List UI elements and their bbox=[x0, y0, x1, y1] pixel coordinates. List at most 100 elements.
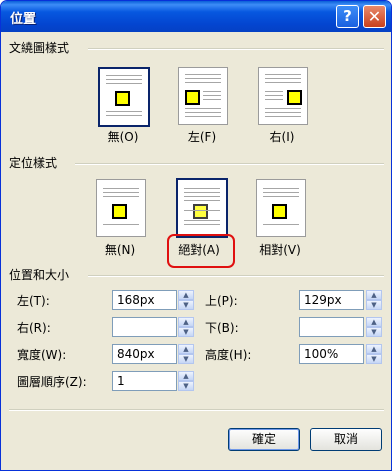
text-line-icon bbox=[185, 116, 221, 117]
text-line-icon bbox=[185, 74, 221, 75]
wrap-left-label: 左(F) bbox=[187, 130, 217, 144]
text-line-icon bbox=[263, 224, 299, 225]
text-line-icon bbox=[106, 75, 142, 76]
position-style-divider bbox=[75, 163, 384, 165]
position-relative-option[interactable] bbox=[256, 179, 306, 237]
width-input[interactable]: 840px bbox=[112, 344, 177, 364]
text-line-icon bbox=[265, 99, 283, 100]
spin-up-icon[interactable]: ▲ bbox=[366, 290, 382, 300]
position-none-label: 無(N) bbox=[104, 243, 136, 257]
ok-button[interactable]: 確定 bbox=[228, 428, 300, 451]
spin-down-icon[interactable]: ▼ bbox=[366, 354, 382, 364]
wrap-left-option[interactable] bbox=[178, 67, 228, 125]
zorder-label: 圖層順序(Z): bbox=[17, 375, 87, 389]
width-spinner[interactable]: ▲ ▼ bbox=[178, 344, 194, 364]
text-line-icon bbox=[265, 74, 301, 75]
spin-up-icon[interactable]: ▲ bbox=[178, 317, 194, 327]
position-relative-label: 相對(V) bbox=[259, 243, 301, 257]
left-label: 左(T): bbox=[17, 294, 50, 308]
spin-up-icon[interactable]: ▲ bbox=[178, 371, 194, 381]
top-input[interactable]: 129px bbox=[299, 290, 364, 310]
text-line-icon bbox=[106, 111, 142, 112]
bottom-label: 下(B): bbox=[205, 321, 239, 335]
text-line-icon bbox=[263, 192, 299, 193]
left-input[interactable]: 168px bbox=[112, 290, 177, 310]
spin-down-icon[interactable]: ▼ bbox=[178, 354, 194, 364]
position-none-option[interactable] bbox=[96, 179, 146, 237]
height-spinner[interactable]: ▲ ▼ bbox=[366, 344, 382, 364]
right-input[interactable] bbox=[112, 317, 177, 337]
ok-button-label: 確定 bbox=[251, 432, 276, 446]
text-line-icon bbox=[184, 220, 220, 221]
wrap-right-label: 右(I) bbox=[269, 130, 295, 144]
position-dialog: 位置 ? ✕ 文繞圖樣式 無(O) 左(F) 右(I) 定位樣式 無(N) 絕對… bbox=[0, 0, 392, 471]
footer-divider bbox=[9, 409, 384, 411]
text-line-icon bbox=[184, 210, 220, 211]
wrap-style-label: 文繞圖樣式 bbox=[9, 41, 70, 55]
text-line-icon bbox=[265, 108, 301, 109]
text-line-icon bbox=[106, 79, 142, 80]
spin-up-icon[interactable]: ▲ bbox=[366, 317, 382, 327]
right-spinner[interactable]: ▲ ▼ bbox=[178, 317, 194, 337]
text-line-icon bbox=[263, 196, 299, 197]
text-line-icon bbox=[184, 224, 220, 225]
text-line-icon bbox=[203, 99, 221, 100]
image-marker-icon bbox=[287, 90, 302, 105]
height-input[interactable]: 100% bbox=[299, 344, 364, 364]
text-line-icon bbox=[185, 108, 221, 109]
text-line-icon bbox=[185, 112, 221, 113]
zorder-input[interactable]: 1 bbox=[112, 371, 177, 391]
text-line-icon bbox=[184, 196, 220, 197]
wrap-right-option[interactable] bbox=[258, 67, 308, 125]
spin-down-icon[interactable]: ▼ bbox=[366, 300, 382, 310]
image-marker-icon bbox=[115, 91, 130, 106]
text-line-icon bbox=[265, 116, 301, 117]
spin-down-icon[interactable]: ▼ bbox=[178, 381, 194, 391]
cancel-button-label: 取消 bbox=[333, 432, 358, 446]
width-label: 寬度(W): bbox=[17, 348, 67, 362]
text-line-icon bbox=[203, 95, 221, 96]
zorder-spinner[interactable]: ▲ ▼ bbox=[178, 371, 194, 391]
top-label: 上(P): bbox=[205, 294, 238, 308]
spin-up-icon[interactable]: ▲ bbox=[178, 290, 194, 300]
text-line-icon bbox=[103, 188, 139, 189]
wrap-style-divider bbox=[88, 48, 384, 50]
position-style-label: 定位樣式 bbox=[9, 156, 58, 170]
text-line-icon bbox=[185, 78, 221, 79]
position-absolute-option[interactable] bbox=[176, 178, 228, 238]
left-spinner[interactable]: ▲ ▼ bbox=[178, 290, 194, 310]
dialog-title: 位置 bbox=[10, 12, 37, 27]
spin-down-icon[interactable]: ▼ bbox=[178, 327, 194, 337]
wrap-none-option[interactable] bbox=[98, 67, 150, 127]
bottom-spinner[interactable]: ▲ ▼ bbox=[366, 317, 382, 337]
bottom-input[interactable] bbox=[299, 317, 364, 337]
text-line-icon bbox=[103, 192, 139, 193]
image-marker-icon bbox=[272, 204, 287, 219]
text-line-icon bbox=[265, 112, 301, 113]
position-size-label: 位置和大小 bbox=[9, 268, 70, 282]
text-line-icon bbox=[184, 192, 220, 193]
position-absolute-label: 絕對(A) bbox=[178, 243, 220, 257]
spin-down-icon[interactable]: ▼ bbox=[366, 327, 382, 337]
image-marker-icon bbox=[193, 204, 208, 219]
spin-up-icon[interactable]: ▲ bbox=[178, 344, 194, 354]
text-line-icon bbox=[184, 200, 220, 201]
image-marker-icon bbox=[185, 90, 200, 105]
text-line-icon bbox=[265, 91, 283, 92]
text-line-icon bbox=[265, 82, 301, 83]
wrap-none-label: 無(O) bbox=[107, 130, 139, 144]
text-line-icon bbox=[265, 95, 283, 96]
cancel-button[interactable]: 取消 bbox=[310, 428, 382, 451]
image-marker-icon bbox=[112, 204, 127, 219]
top-spinner[interactable]: ▲ ▼ bbox=[366, 290, 382, 310]
close-button[interactable]: ✕ bbox=[363, 5, 386, 28]
help-button[interactable]: ? bbox=[336, 5, 359, 28]
right-label: 右(R): bbox=[17, 321, 51, 335]
text-line-icon bbox=[265, 78, 301, 79]
text-line-icon bbox=[103, 196, 139, 197]
spin-down-icon[interactable]: ▼ bbox=[178, 300, 194, 310]
height-label: 高度(H): bbox=[205, 348, 252, 362]
spin-up-icon[interactable]: ▲ bbox=[366, 344, 382, 354]
dialog-body: 文繞圖樣式 無(O) 左(F) 右(I) 定位樣式 無(N) 絕對(A) 相對(… bbox=[4, 32, 388, 467]
text-line-icon bbox=[184, 188, 220, 189]
